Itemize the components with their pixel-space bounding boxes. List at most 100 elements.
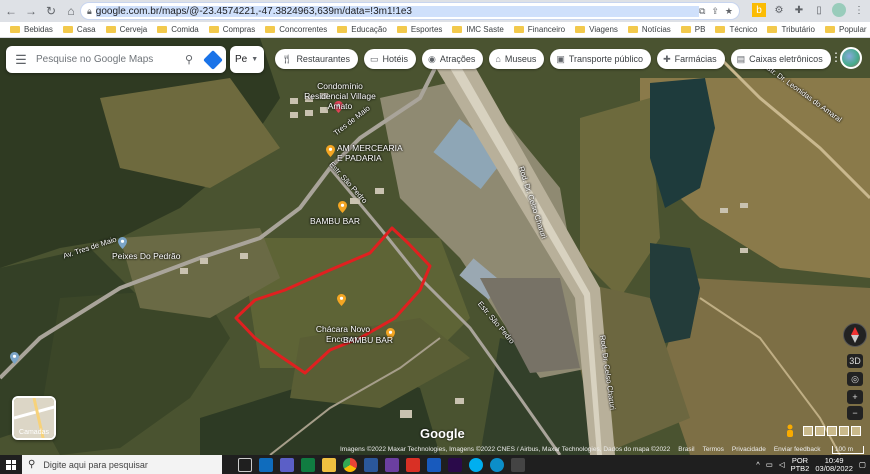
word-icon[interactable] bbox=[427, 457, 441, 472]
directions-icon[interactable] bbox=[200, 46, 226, 73]
profile-icon[interactable] bbox=[832, 3, 846, 17]
chip-attractions[interactable]: ◉ Atrações bbox=[422, 49, 484, 69]
excel-icon[interactable] bbox=[301, 457, 315, 472]
maps-search-box[interactable]: ☰ Pesquise no Google Maps ⚲ bbox=[6, 46, 226, 73]
imagery-thumbnails[interactable] bbox=[803, 426, 861, 436]
avatar[interactable] bbox=[840, 47, 862, 69]
extension-icon[interactable]: b bbox=[752, 3, 766, 17]
place-label[interactable]: AM MERCEARIA E PADARIA bbox=[337, 143, 409, 163]
share-icon[interactable]: ⇪ bbox=[711, 6, 719, 17]
bookmark-folder[interactable]: Popular bbox=[824, 25, 867, 34]
premiere-icon[interactable] bbox=[448, 457, 462, 472]
extension-icon[interactable]: ⚙ bbox=[772, 3, 786, 17]
bookmark-folder[interactable]: Educação bbox=[337, 25, 387, 34]
volume-icon[interactable]: ◁ bbox=[779, 460, 785, 469]
bookmark-folder[interactable]: Viagens bbox=[575, 25, 618, 34]
bus-icon: ▣ bbox=[556, 53, 565, 64]
bookmark-star-icon[interactable]: ★ bbox=[725, 6, 733, 17]
place-label[interactable]: Condomínio Residencial Village Amato bbox=[295, 81, 385, 111]
folder-icon bbox=[680, 26, 691, 33]
bookmark-folder[interactable]: Notícias bbox=[627, 25, 671, 34]
chip-transit[interactable]: ▣ Transporte público bbox=[550, 49, 652, 69]
chip-museums[interactable]: ⌂ Museus bbox=[489, 49, 545, 69]
compass-icon[interactable] bbox=[843, 323, 867, 347]
pegman-icon[interactable] bbox=[784, 424, 796, 440]
bookmark-folder[interactable]: Concorrentes bbox=[265, 25, 327, 34]
satellite-map[interactable]: Tres de Maio Estr. São Pedro Rod. Dr. Ce… bbox=[0, 38, 870, 455]
bookmark-label: Esportes bbox=[410, 25, 443, 34]
lock-icon[interactable]: 🔒︎ bbox=[87, 6, 92, 17]
home-icon[interactable]: ⌂ bbox=[62, 2, 80, 20]
mode-selector[interactable]: Pe ▼ bbox=[230, 46, 264, 73]
bookmark-folder[interactable]: PB bbox=[680, 25, 705, 34]
food-pin-icon[interactable] bbox=[338, 201, 347, 213]
food-pin-icon[interactable] bbox=[326, 145, 335, 157]
museum-icon: ⌂ bbox=[495, 54, 501, 64]
zoom-out-button[interactable]: − bbox=[847, 406, 863, 420]
bookmark-folder[interactable]: Esportes bbox=[396, 25, 443, 34]
bookmark-folder[interactable]: Técnico bbox=[715, 25, 757, 34]
place-label[interactable]: BAMBU BAR bbox=[343, 335, 393, 345]
app-icon[interactable] bbox=[385, 457, 399, 472]
chevron-down-icon: ▼ bbox=[251, 56, 259, 63]
outlook-icon[interactable] bbox=[259, 457, 273, 472]
chip-pharmacies[interactable]: ✚ Farmácias bbox=[657, 49, 725, 69]
sidebar-icon[interactable]: ▯ bbox=[812, 3, 826, 17]
task-view-icon[interactable] bbox=[238, 457, 252, 472]
language-indicator[interactable]: POR PTB2 bbox=[791, 456, 810, 473]
url-text[interactable]: google.com.br/maps/@-23.4574221,-47.3824… bbox=[95, 5, 699, 17]
app-icon[interactable] bbox=[511, 457, 525, 472]
taskbar-search[interactable]: ⚲ Digite aqui para pesquisar bbox=[22, 455, 222, 474]
chrome-menu-icon[interactable]: ⋮ bbox=[852, 3, 866, 17]
scale-bar[interactable]: 100 m bbox=[831, 445, 864, 454]
tilt-3d-button[interactable]: 3D bbox=[847, 354, 863, 368]
bookmark-folder[interactable]: Compras bbox=[208, 25, 255, 34]
start-button[interactable] bbox=[0, 455, 22, 474]
back-icon[interactable]: ← bbox=[2, 2, 20, 20]
my-location-icon[interactable]: ◎ bbox=[847, 372, 863, 386]
place-pin-icon[interactable] bbox=[337, 294, 346, 306]
extensions-puzzle-icon[interactable]: ✚ bbox=[792, 3, 806, 17]
chevron-up-icon[interactable]: ^ bbox=[756, 460, 760, 469]
zoom-in-button[interactable]: + bbox=[847, 390, 863, 404]
place-pin-icon[interactable] bbox=[10, 352, 19, 364]
bookmark-folder[interactable]: Tributário bbox=[767, 25, 815, 34]
place-label[interactable]: Peixes Do Pedrão bbox=[112, 251, 181, 261]
layers-button[interactable]: Camadas bbox=[12, 396, 56, 440]
bookmark-folder[interactable]: Cerveja bbox=[105, 25, 147, 34]
forward-icon[interactable]: → bbox=[22, 2, 40, 20]
folder-icon bbox=[715, 26, 726, 33]
search-icon: ⚲ bbox=[28, 459, 36, 470]
chrome-icon[interactable] bbox=[343, 457, 357, 472]
search-icon[interactable]: ⚲ bbox=[178, 53, 200, 66]
reload-icon[interactable]: ↻ bbox=[42, 2, 60, 20]
bookmark-folder[interactable]: Financeiro bbox=[513, 25, 565, 34]
footer-link[interactable]: Brasil bbox=[678, 446, 694, 453]
chip-hotels[interactable]: ▭ Hotéis bbox=[363, 49, 416, 69]
footer-link[interactable]: Termos bbox=[703, 446, 724, 453]
network-icon[interactable]: ▭ bbox=[766, 460, 773, 469]
footer-link[interactable]: Enviar feedback bbox=[774, 446, 821, 453]
bookmark-folder[interactable]: Bebidas bbox=[10, 25, 53, 34]
chip-restaurants[interactable]: 🍴︎ Restaurantes bbox=[275, 49, 358, 69]
app-icon[interactable] bbox=[364, 457, 378, 472]
install-app-icon[interactable]: ⧉ bbox=[699, 6, 705, 17]
teams-icon[interactable] bbox=[280, 457, 294, 472]
skype-icon[interactable] bbox=[469, 457, 483, 472]
search-input[interactable]: Pesquise no Google Maps bbox=[36, 54, 178, 65]
google-apps-icon[interactable]: ⋮⋮ bbox=[818, 50, 842, 64]
bookmark-folder[interactable]: Casa bbox=[62, 25, 96, 34]
place-pin-icon[interactable] bbox=[118, 237, 127, 249]
chip-atms[interactable]: ▤ Caixas eletrônicos bbox=[730, 49, 831, 69]
notifications-icon[interactable]: ▢ bbox=[859, 460, 866, 469]
acrobat-icon[interactable] bbox=[406, 457, 420, 472]
place-label[interactable]: BAMBU BAR bbox=[310, 216, 360, 226]
file-explorer-icon[interactable] bbox=[322, 457, 336, 472]
edge-icon[interactable] bbox=[490, 457, 504, 472]
footer-link[interactable]: Privacidade bbox=[732, 446, 766, 453]
hamburger-menu-icon[interactable]: ☰ bbox=[6, 52, 36, 68]
bookmark-folder[interactable]: Comida bbox=[157, 25, 199, 34]
bookmark-folder[interactable]: IMC Saste bbox=[452, 25, 504, 34]
clock[interactable]: 10:49 03/08/2022 bbox=[815, 456, 853, 473]
address-bar[interactable]: 🔒︎ google.com.br/maps/@-23.4574221,-47.3… bbox=[80, 2, 740, 20]
